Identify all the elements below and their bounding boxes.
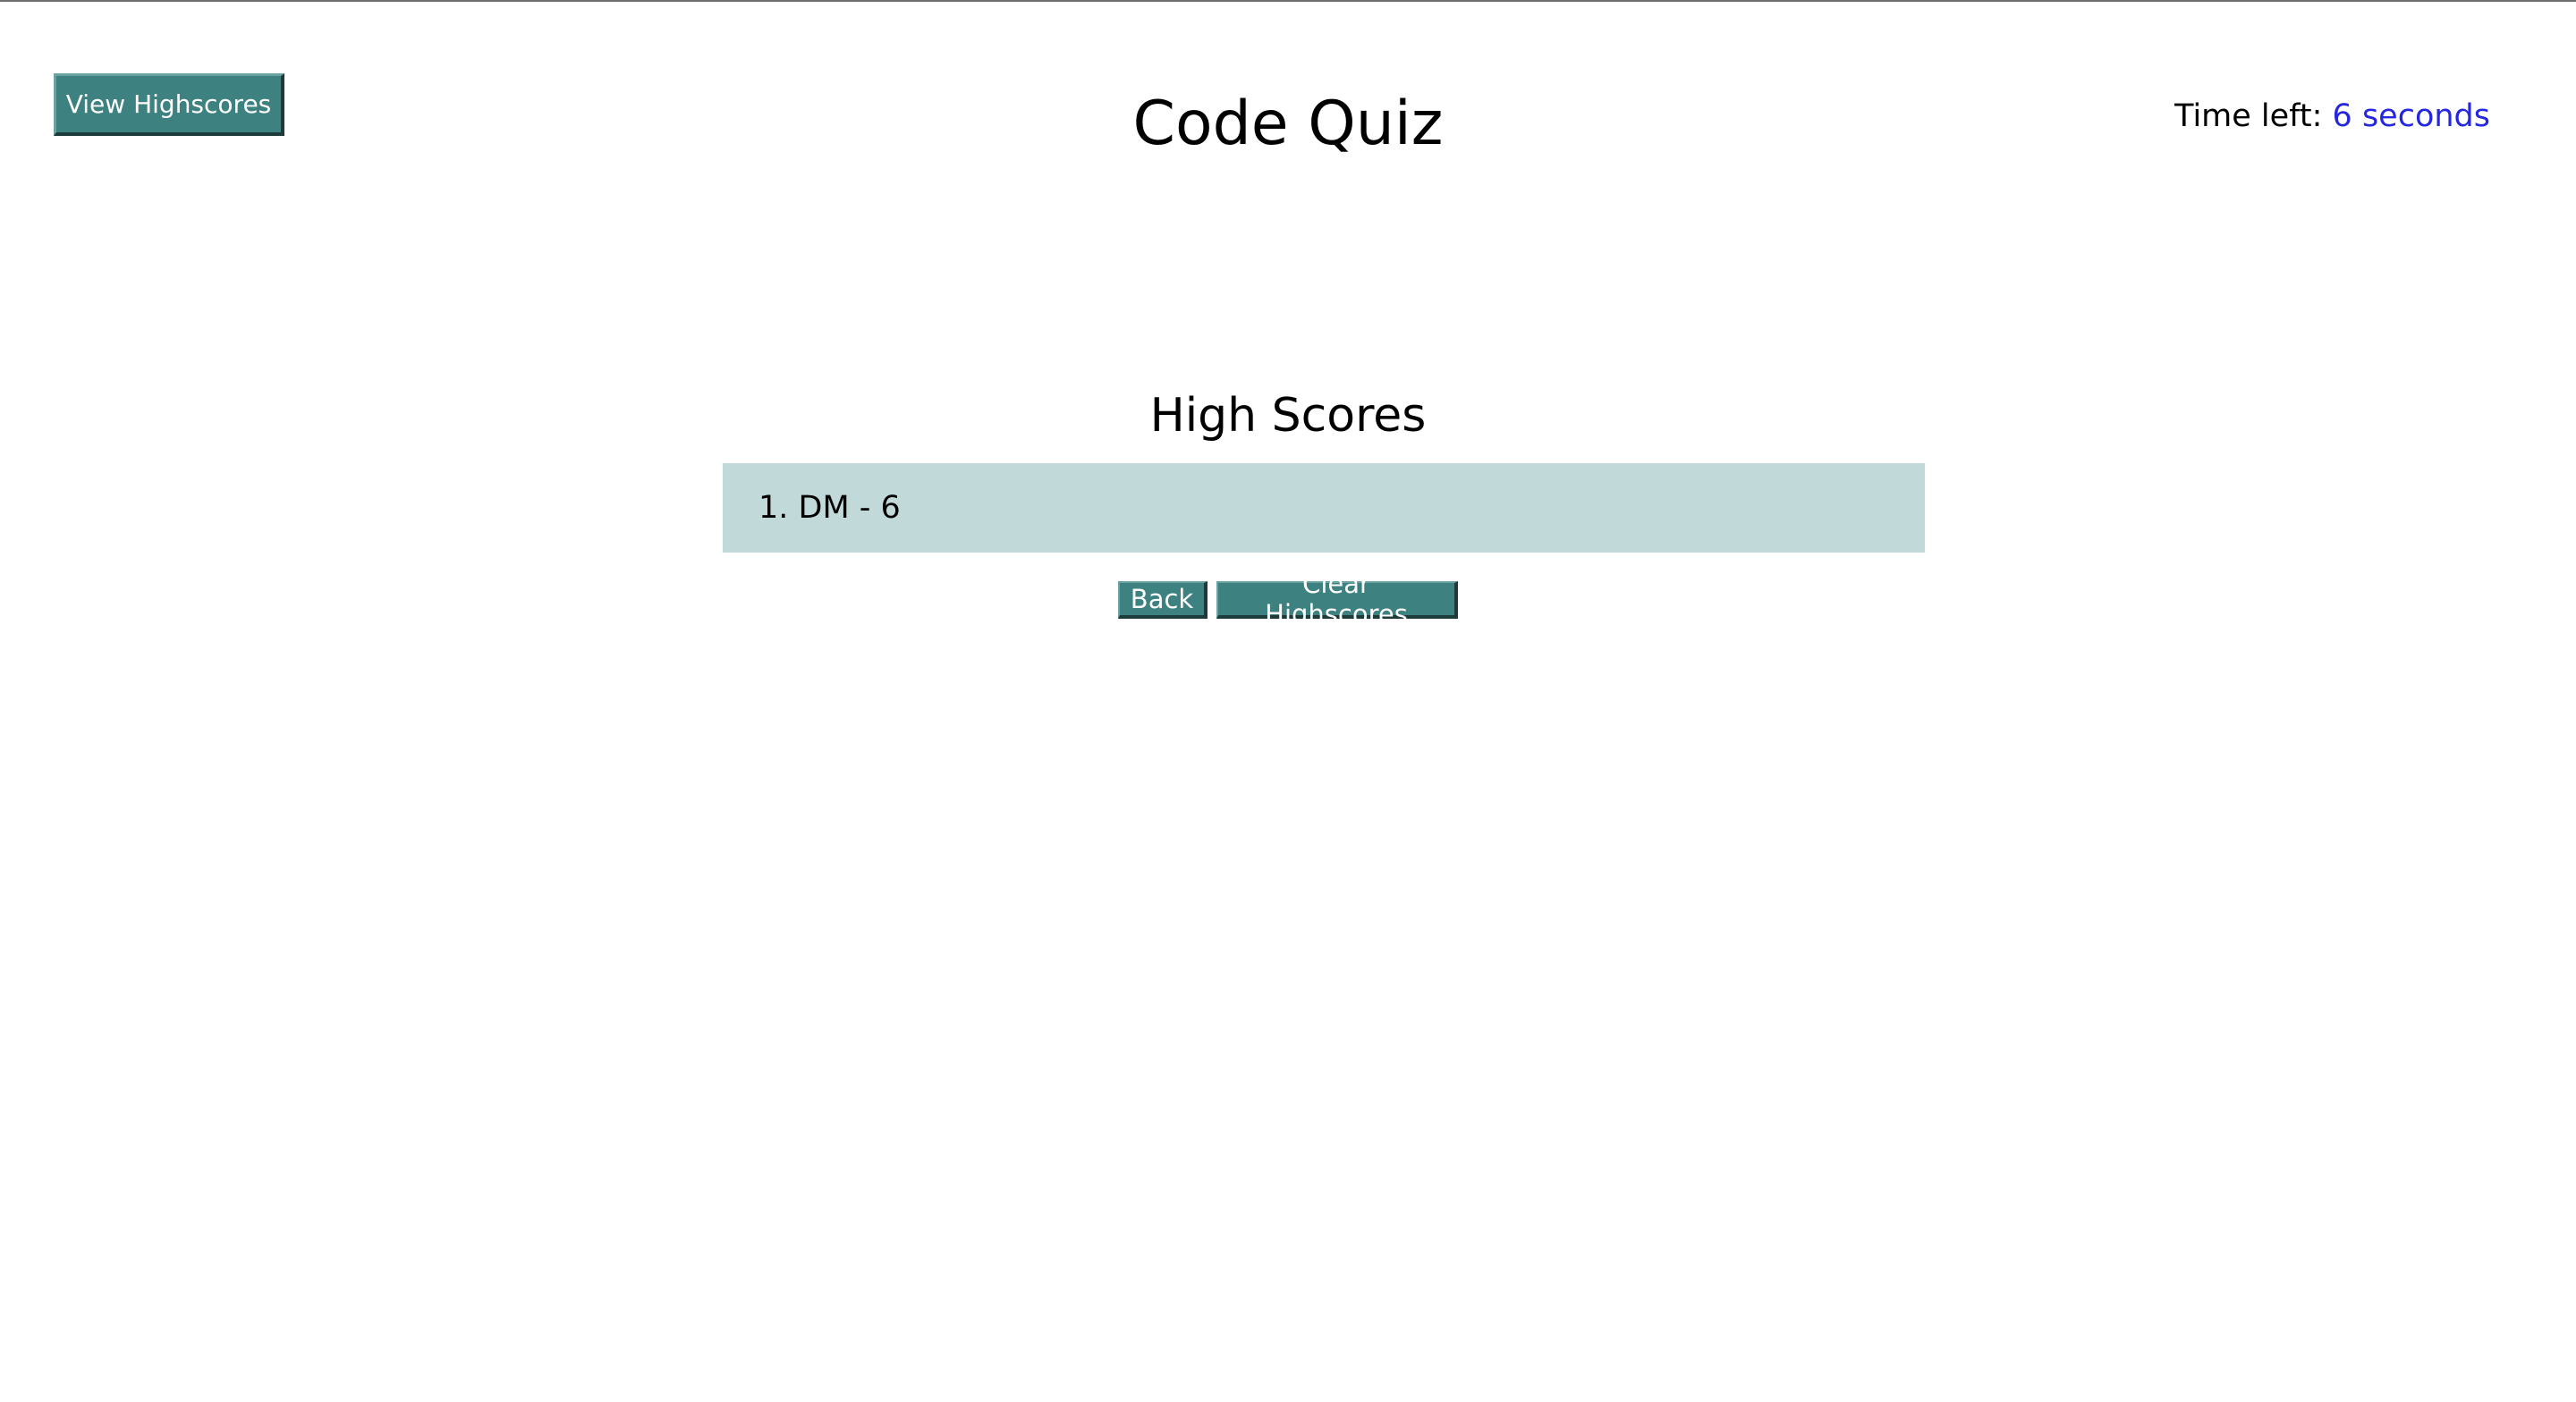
- back-button[interactable]: Back: [1118, 581, 1208, 619]
- timer: Time left: 6 seconds: [2174, 97, 2490, 136]
- highscores-list: 1. DM - 6: [723, 463, 1925, 553]
- clear-highscores-button[interactable]: Clear Highscores: [1216, 569, 1458, 629]
- highscores-heading: High Scores: [1149, 389, 1427, 443]
- timer-label: Time left:: [2174, 98, 2333, 134]
- top-border: [0, 0, 2576, 2]
- timer-value: 6 seconds: [2332, 98, 2490, 134]
- highscores-actions: Back Clear Highscores: [0, 569, 2576, 629]
- highscore-entry: 1. DM - 6: [758, 490, 901, 526]
